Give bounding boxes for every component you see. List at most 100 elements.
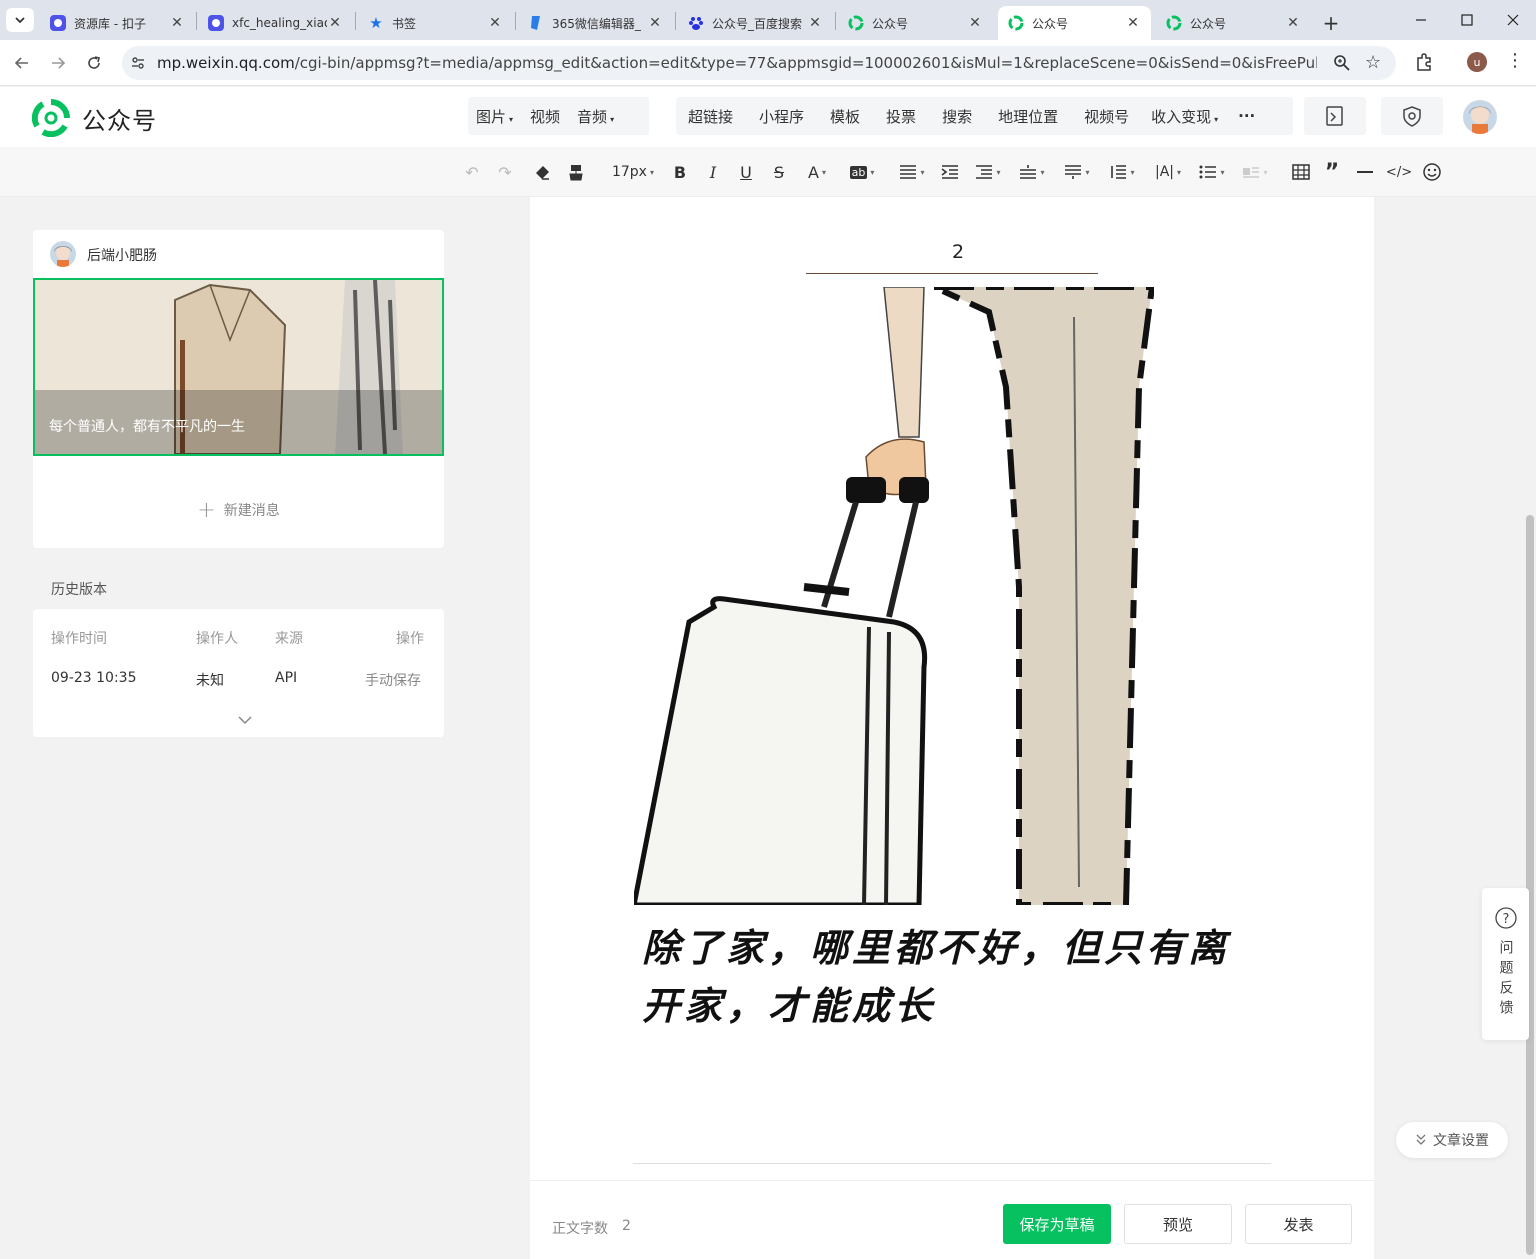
tab-wechat-mp-1[interactable]: 公众号 ✕: [838, 6, 993, 40]
back-button[interactable]: [9, 50, 35, 76]
eraser-icon[interactable]: [532, 161, 552, 183]
quote-icon[interactable]: ”: [1322, 160, 1342, 185]
tab-title: 资源库 - 扣子: [74, 16, 146, 31]
tab-365-editor[interactable]: 365微信编辑器_ ✕: [518, 6, 673, 40]
forward-button[interactable]: [45, 50, 71, 76]
underline-icon[interactable]: U: [736, 161, 756, 183]
close-icon[interactable]: ✕: [327, 15, 343, 31]
close-icon[interactable]: ✕: [1285, 15, 1301, 31]
tab-wechat-mp-active[interactable]: 公众号 ✕: [998, 6, 1151, 40]
bookmark-star-icon[interactable]: ☆: [1365, 52, 1381, 73]
editor-canvas[interactable]: 2 除了家，哪里都不好，但只有离开家，才能成长: [530, 197, 1374, 1259]
editor-toolbar: ↶ ↷ 17px ▾ B I U S A ▾ ab ▾ ▾ ▾ ▾ ▾ ▾ |A| ▾ …: [0, 147, 1536, 197]
tab-search-dropdown[interactable]: [6, 8, 34, 32]
history-manual-save-link[interactable]: 手动保存: [365, 670, 421, 690]
bold-icon[interactable]: B: [670, 161, 690, 183]
tab-coze-library[interactable]: 资源库 - 扣子 ✕: [40, 6, 195, 40]
wechat-mp-icon: [1008, 15, 1024, 31]
first-line-indent-icon[interactable]: ▾: [973, 161, 1003, 183]
italic-icon[interactable]: I: [703, 161, 723, 183]
menu-mini-program[interactable]: 小程序: [733, 106, 804, 127]
article-cover-card[interactable]: 每个普通人，都有不平凡的一生: [33, 278, 444, 456]
tab-baidu-search[interactable]: 公众号_百度搜索 ✕: [678, 6, 833, 40]
menu-hyperlink[interactable]: 超链接: [676, 106, 733, 127]
draft-box-button[interactable]: [1304, 97, 1366, 135]
browser-menu-icon[interactable]: ⋮: [1506, 50, 1524, 72]
undo-icon[interactable]: ↶: [462, 161, 482, 183]
insert-menu-group: 超链接 小程序 模板 投票 搜索 地理位置 视频号 收入变现 ▾ ···: [676, 97, 1293, 135]
baidu-icon: [688, 15, 704, 31]
content-divider: [633, 1163, 1271, 1164]
new-message-button[interactable]: + 新建消息: [33, 497, 444, 523]
menu-video[interactable]: 视频: [521, 106, 569, 127]
more-menu-icon[interactable]: ···: [1218, 107, 1255, 125]
spacing-after-icon[interactable]: ▾: [1062, 161, 1092, 183]
arrow-left-icon: [14, 57, 28, 69]
close-icon[interactable]: ✕: [1125, 15, 1141, 31]
site-info-icon[interactable]: [130, 55, 146, 75]
new-tab-button[interactable]: +: [1316, 6, 1346, 40]
user-avatar[interactable]: [1463, 100, 1497, 134]
tab-bookmarks[interactable]: ★ 书签 ✕: [358, 6, 513, 40]
tab-title: 公众号: [1032, 16, 1069, 31]
close-icon[interactable]: ✕: [487, 15, 503, 31]
menu-monetize[interactable]: 收入变现 ▾: [1129, 106, 1218, 127]
editor-footer: 正文字数 2 保存为草稿 预览 发表: [530, 1180, 1374, 1259]
tab-title: 公众号: [872, 16, 909, 31]
strikethrough-icon[interactable]: S: [769, 161, 789, 183]
extensions-icon[interactable]: [1414, 52, 1434, 76]
menu-search[interactable]: 搜索: [916, 106, 972, 127]
save-draft-button[interactable]: 保存为草稿: [1003, 1204, 1111, 1244]
font-size-select[interactable]: 17px ▾: [608, 161, 658, 183]
close-icon[interactable]: ✕: [169, 15, 185, 31]
article-title: 每个普通人，都有不平凡的一生: [49, 419, 245, 435]
app-logo[interactable]: 公众号: [32, 99, 157, 137]
menu-vote[interactable]: 投票: [860, 106, 916, 127]
close-icon[interactable]: ✕: [647, 15, 663, 31]
tab-wechat-mp-3[interactable]: 公众号 ✕: [1156, 6, 1311, 40]
article-settings-button[interactable]: 文章设置: [1396, 1122, 1508, 1158]
letter-spacing-icon[interactable]: |A| ▾: [1152, 161, 1184, 183]
tab-coze-bot[interactable]: xfc_healing_xiao ✕: [198, 6, 353, 40]
spacing-before-icon[interactable]: ▾: [1017, 161, 1047, 183]
list-icon[interactable]: ▾: [1197, 161, 1227, 183]
close-icon[interactable]: ✕: [807, 15, 823, 31]
maximize-button[interactable]: [1444, 0, 1490, 40]
menu-audio[interactable]: 音频 ▾: [569, 106, 622, 127]
security-button[interactable]: [1381, 97, 1443, 135]
font-color-icon[interactable]: A ▾: [802, 161, 832, 183]
divider-icon[interactable]: [1355, 161, 1375, 183]
reload-icon: [88, 56, 100, 69]
menu-template[interactable]: 模板: [804, 106, 860, 127]
redo-icon[interactable]: ↷: [495, 161, 515, 183]
plus-icon: +: [197, 497, 216, 523]
address-bar[interactable]: mp.weixin.qq.com/cgi-bin/appmsg?t=media/…: [122, 46, 1396, 80]
close-icon[interactable]: ✕: [967, 15, 983, 31]
close-window-button[interactable]: [1490, 0, 1536, 40]
minimize-button[interactable]: [1398, 0, 1444, 40]
menu-image[interactable]: 图片 ▾: [468, 106, 521, 127]
col-header-action: 操作: [396, 631, 424, 647]
expand-history-chevron-icon[interactable]: [238, 713, 252, 729]
feedback-button[interactable]: ? 问题反馈: [1482, 888, 1529, 1040]
section-underline: [806, 273, 1098, 274]
reload-button[interactable]: [81, 50, 107, 76]
emoji-icon[interactable]: [1422, 161, 1442, 183]
menu-location[interactable]: 地理位置: [972, 106, 1058, 127]
align-icon[interactable]: ▾: [897, 161, 927, 183]
line-height-icon[interactable]: ▾: [1107, 161, 1137, 183]
menu-channels[interactable]: 视频号: [1058, 106, 1129, 127]
float-image-icon[interactable]: ▾: [1240, 161, 1270, 183]
preview-button[interactable]: 预览: [1124, 1204, 1232, 1244]
profile-avatar[interactable]: u: [1467, 52, 1487, 72]
zoom-icon[interactable]: [1333, 54, 1351, 76]
publish-button[interactable]: 发表: [1245, 1204, 1352, 1244]
code-icon[interactable]: </>: [1386, 161, 1412, 183]
highlight-icon[interactable]: ab ▾: [845, 161, 879, 183]
table-icon[interactable]: [1291, 161, 1311, 183]
indent-icon[interactable]: [940, 161, 960, 183]
tab-title: 书签: [392, 16, 417, 31]
double-chevron-down-icon: [1416, 1134, 1426, 1145]
page-scrollbar[interactable]: [1526, 515, 1534, 1255]
format-painter-icon[interactable]: [566, 161, 586, 183]
